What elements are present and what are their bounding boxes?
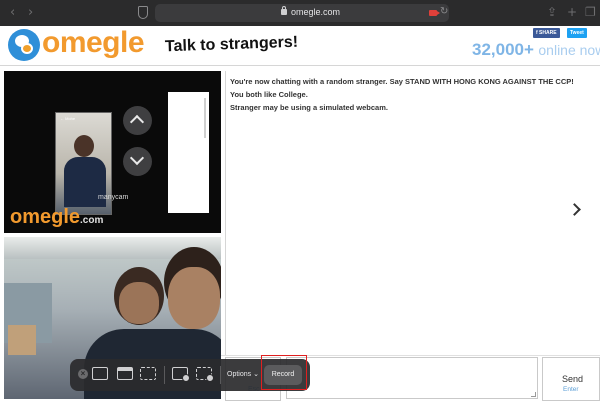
message-input[interactable] bbox=[286, 357, 538, 399]
shield-icon[interactable] bbox=[138, 6, 148, 19]
record-screen-icon[interactable] bbox=[172, 367, 190, 382]
divider bbox=[220, 366, 221, 384]
address-bar[interactable]: omegle.com ↻ bbox=[155, 4, 449, 22]
stranger-video: ← Mohe manycam omegle.com bbox=[4, 71, 221, 233]
send-hint: Enter bbox=[563, 386, 579, 393]
camera-icon[interactable] bbox=[429, 10, 440, 16]
chevron-up-icon bbox=[123, 106, 152, 135]
highlight-box bbox=[261, 355, 307, 390]
address-url[interactable]: omegle.com bbox=[291, 7, 340, 17]
tagline: Talk to strangers! bbox=[164, 33, 299, 56]
divider bbox=[164, 366, 165, 384]
omegle-watermark: omegle.com bbox=[10, 206, 103, 229]
chat-message: Stranger may be using a simulated webcam… bbox=[230, 103, 388, 112]
send-button[interactable]: Send Enter bbox=[542, 357, 600, 401]
capture-window-icon[interactable] bbox=[117, 367, 133, 380]
omegle-watermark-text: omegle bbox=[10, 206, 81, 228]
reload-icon[interactable]: ↻ bbox=[440, 6, 448, 17]
chat-log: You're now chatting with a random strang… bbox=[225, 71, 600, 355]
chat-message: You both like College. bbox=[230, 90, 308, 99]
plus-icon[interactable]: + bbox=[567, 5, 577, 19]
twitter-tweet-button[interactable]: Tweet bbox=[567, 28, 587, 38]
lock-icon bbox=[281, 6, 287, 15]
chat-message: You're now chatting with a random strang… bbox=[230, 77, 574, 86]
site-header: omegle Talk to strangers! f SHARE Tweet … bbox=[0, 26, 600, 66]
send-label: Send bbox=[562, 374, 584, 384]
online-count-number: 32,000+ bbox=[472, 40, 534, 59]
chevron-down-icon bbox=[123, 147, 152, 176]
options-button[interactable]: Options ⌄ bbox=[227, 370, 259, 378]
facebook-share-button[interactable]: f SHARE bbox=[533, 28, 560, 38]
phone-label: ← Mohe bbox=[60, 116, 76, 121]
capture-selection-icon[interactable] bbox=[140, 367, 156, 380]
record-selection-icon[interactable] bbox=[196, 367, 214, 382]
white-panel bbox=[168, 92, 209, 213]
chevron-right-icon[interactable] bbox=[568, 203, 581, 216]
online-count-label: online now bbox=[538, 42, 600, 58]
capture-screen-icon[interactable] bbox=[92, 367, 108, 380]
tabs-icon[interactable]: ❐ bbox=[585, 5, 596, 19]
chevron-right-icon[interactable]: › bbox=[28, 5, 33, 21]
resize-grip-icon[interactable] bbox=[531, 392, 536, 397]
browser-toolbar: ‹ › omegle.com ↻ ⇪ + ❐ bbox=[0, 0, 600, 26]
chevron-left-icon[interactable]: ‹ bbox=[10, 5, 15, 21]
omegle-logo-icon[interactable] bbox=[8, 29, 40, 61]
logo-text[interactable]: omegle bbox=[42, 26, 145, 60]
share-icon[interactable]: ⇪ bbox=[547, 5, 557, 19]
online-count: 32,000+ online now bbox=[472, 40, 600, 60]
manycam-watermark: manycam bbox=[98, 194, 129, 201]
omegle-watermark-suffix: .com bbox=[80, 215, 104, 226]
close-icon[interactable]: × bbox=[78, 369, 88, 379]
